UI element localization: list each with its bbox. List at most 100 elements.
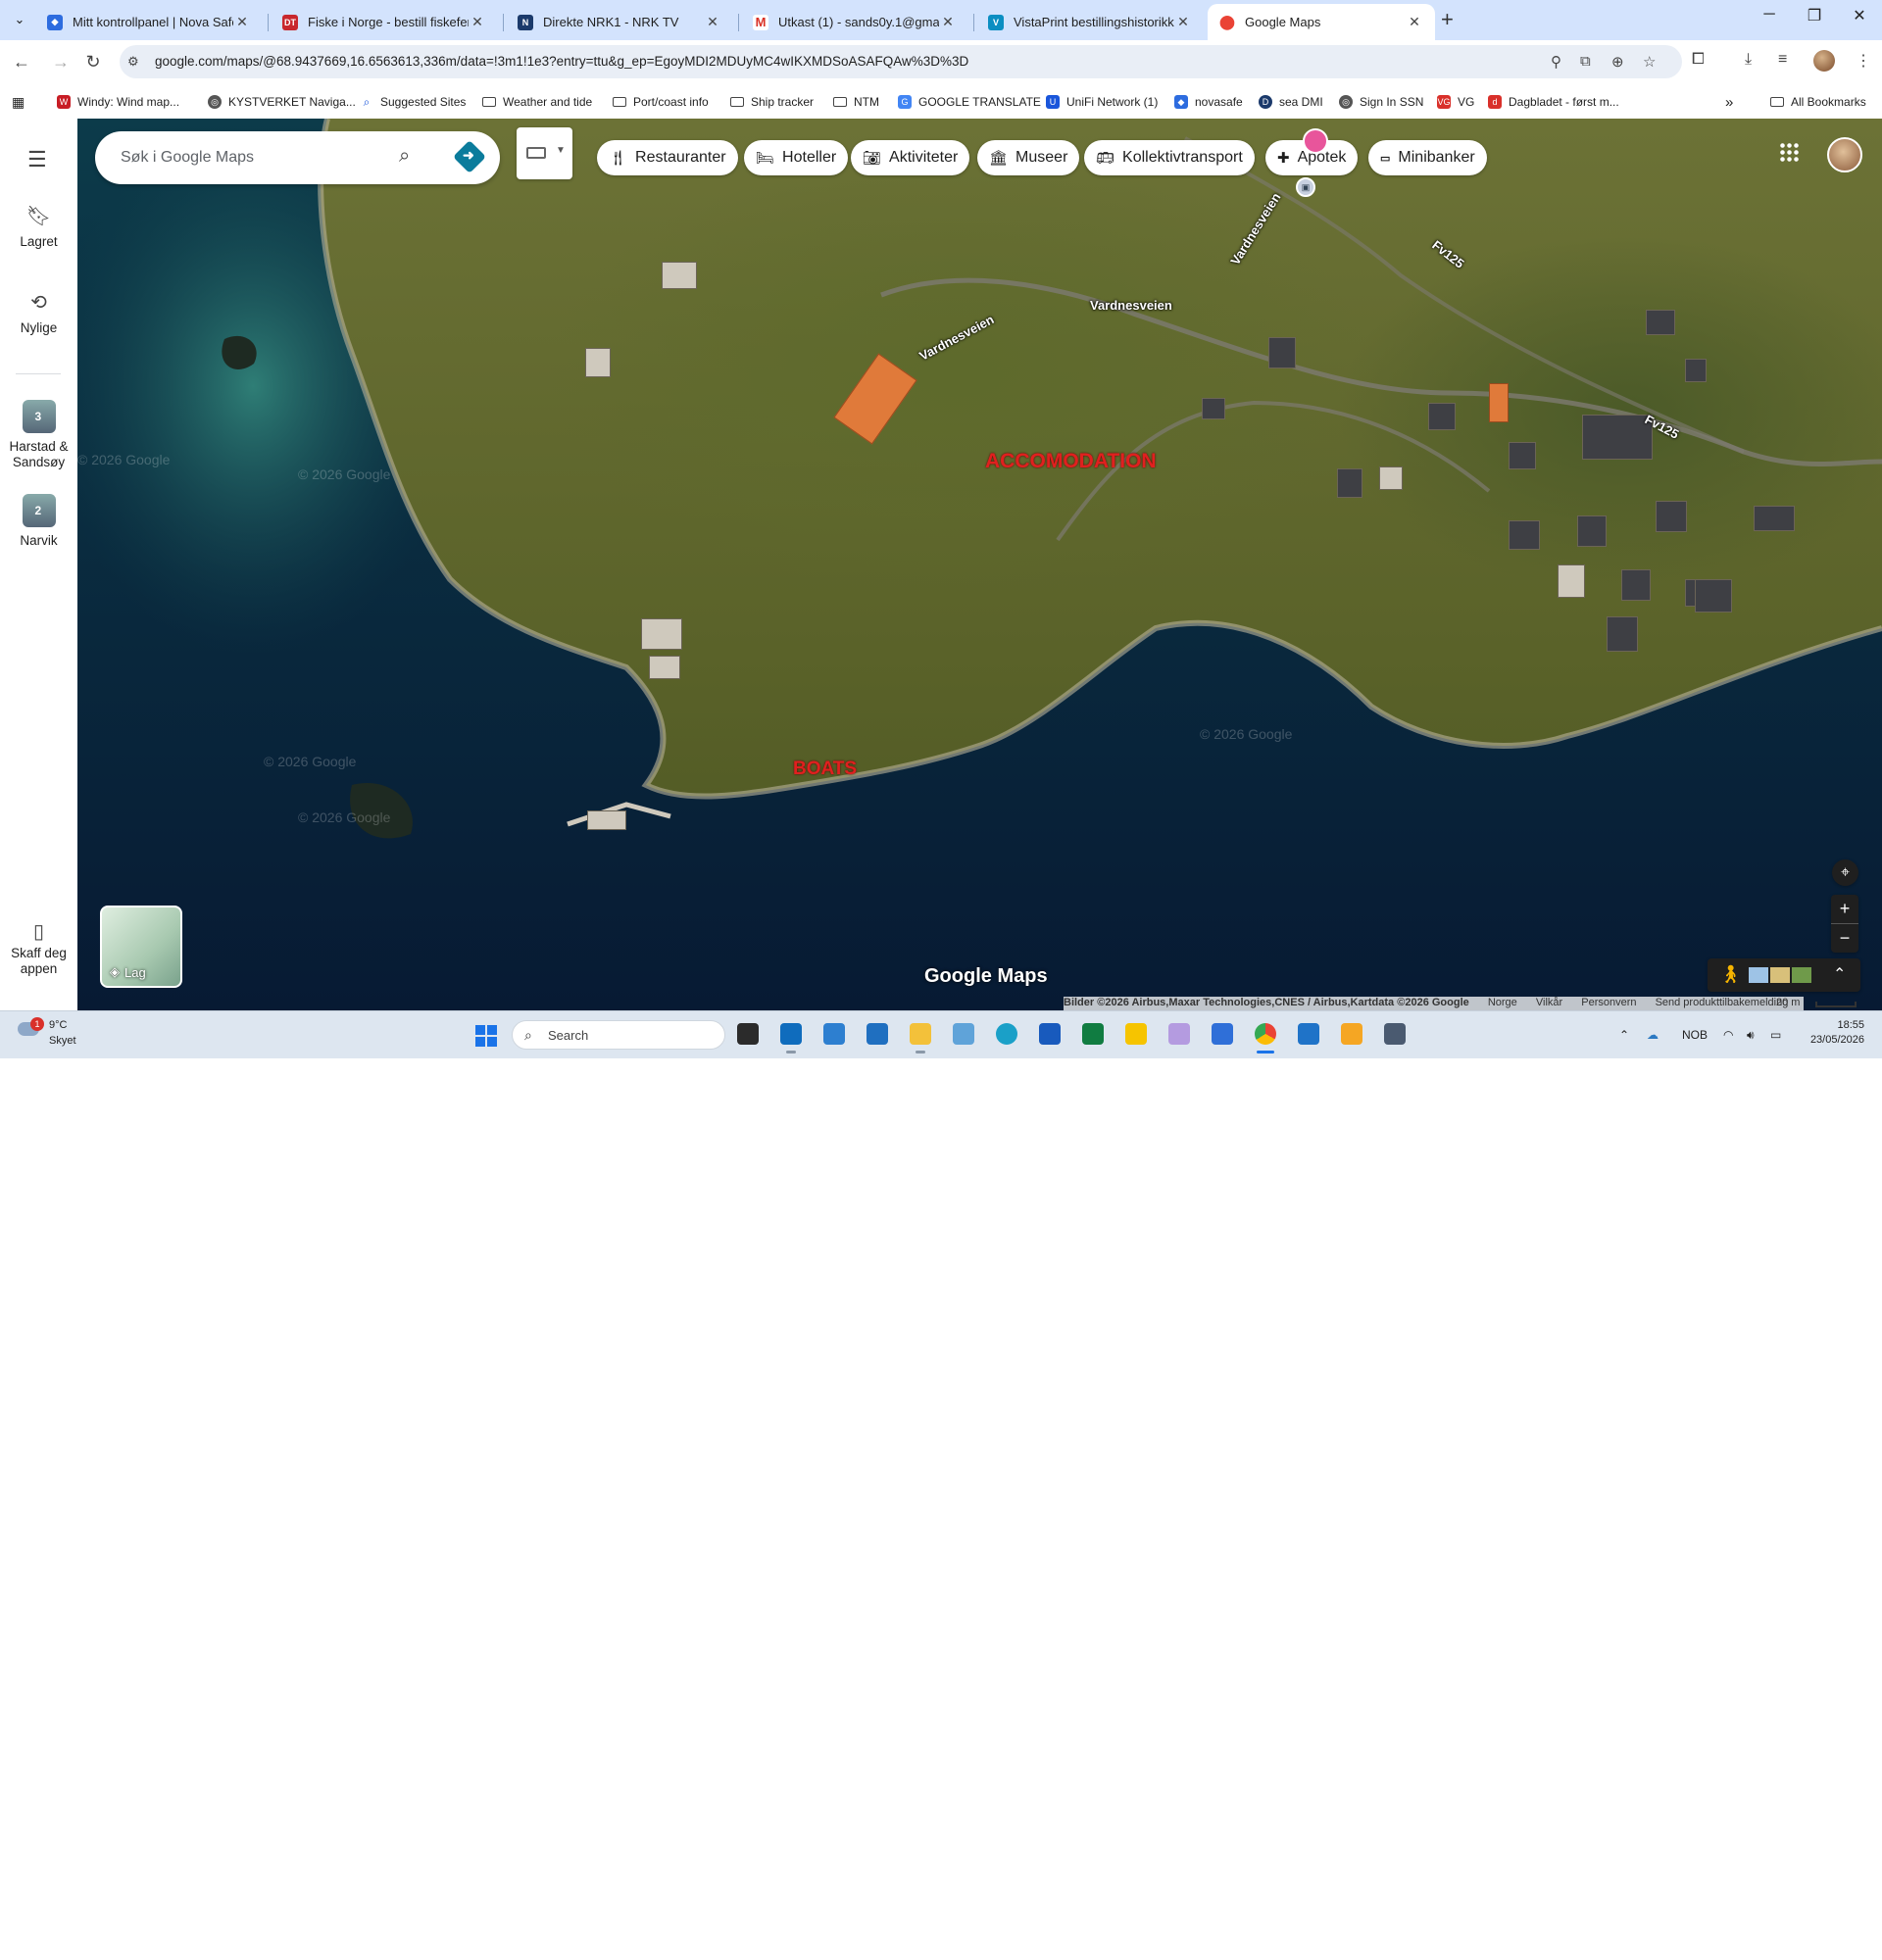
browser-tab[interactable]: ◆ Mitt kontrollpanel | Nova Safe ✕ [35, 4, 263, 40]
volume-icon[interactable]: 🔊︎ [1747, 1028, 1755, 1043]
satellite-view-thumb-icon[interactable] [1792, 967, 1811, 983]
list-harstad-sandsoy[interactable]: 3 Harstad & Sandsøy [0, 400, 77, 470]
bookmark-folder[interactable]: Weather and tide [482, 93, 592, 111]
site-info-icon[interactable]: ⚙ [127, 54, 139, 70]
app-icon[interactable] [867, 1023, 888, 1045]
close-window-button[interactable]: ✕ [1837, 6, 1882, 25]
file-explorer-icon[interactable] [910, 1023, 931, 1045]
bookmark-folder[interactable]: Port/coast info [613, 93, 709, 111]
get-app-button[interactable]: ▯ Skaff deg appen [0, 922, 77, 977]
word-icon[interactable] [1039, 1023, 1061, 1045]
bookmark-star-icon[interactable]: ☆ [1643, 53, 1656, 71]
weather-condition[interactable]: Skyet [49, 1035, 76, 1047]
chip-restaurants[interactable]: 🍴︎ Restauranter [597, 140, 738, 175]
calculator-icon[interactable] [1384, 1023, 1406, 1045]
profile-avatar[interactable] [1813, 50, 1835, 72]
bookmark-folder[interactable]: NTM [833, 93, 879, 111]
edge-icon[interactable] [996, 1023, 1017, 1045]
extensions-icon[interactable]: ⧠ [1692, 51, 1705, 69]
install-app-icon[interactable]: ⧉ [1580, 53, 1591, 70]
app-icon[interactable] [1212, 1023, 1233, 1045]
forward-button[interactable]: → [49, 50, 73, 74]
country-link[interactable]: Norge [1488, 997, 1517, 1008]
bookmark-item[interactable]: U UniFi Network (1) [1046, 93, 1158, 111]
bookmark-item[interactable]: G GOOGLE TRANSLATE [898, 93, 1041, 111]
search-icon[interactable]: ⌕ [399, 145, 410, 168]
list-narvik[interactable]: 2 Narvik [0, 494, 77, 548]
bookmark-item[interactable]: W Windy: Wind map... [57, 93, 179, 111]
privacy-link[interactable]: Personvern [1581, 997, 1636, 1008]
weather-temp[interactable]: 9°C [49, 1019, 67, 1031]
bookmark-item[interactable]: VG VG [1437, 93, 1474, 111]
browser-tab[interactable]: M Utkast (1) - sands0y.1@gmail.com ✕ [741, 4, 968, 40]
bookmark-item[interactable]: ◎ KYSTVERKET Naviga... [208, 93, 356, 111]
expand-up-icon[interactable]: ⌃ [1833, 964, 1846, 984]
caret-down-icon[interactable]: ▼ [556, 145, 566, 156]
outlook-icon[interactable] [780, 1023, 802, 1045]
close-tab-icon[interactable]: ✕ [939, 14, 957, 30]
windows-start-icon[interactable] [475, 1025, 497, 1047]
chip-atm[interactable]: ▭ Minibanker [1368, 140, 1487, 175]
minimize-button[interactable]: ─ [1747, 6, 1792, 24]
pegman-icon[interactable]: 🚶︎ [1719, 964, 1742, 985]
wifi-icon[interactable]: ◠ [1723, 1028, 1733, 1042]
zoom-icon[interactable]: ⊕ [1611, 53, 1624, 71]
account-avatar[interactable] [1827, 137, 1862, 172]
media-control-icon[interactable]: ≡ [1778, 51, 1787, 69]
more-bookmarks-icon[interactable]: » [1725, 93, 1733, 111]
download-icon[interactable]: ⤓ [1745, 51, 1752, 69]
chrome-menu-icon[interactable]: ⋮ [1856, 51, 1871, 71]
apps-grid-icon[interactable]: ▦ [12, 93, 25, 111]
tray-chevron-icon[interactable]: ⌃ [1619, 1028, 1629, 1042]
browser-tab[interactable]: DT Fiske i Norge - bestill fiskeferie ✕ [271, 4, 498, 40]
address-bar[interactable]: ⚙ google.com/maps/@68.9437669,16.6563613… [120, 45, 1682, 78]
taskbar-search[interactable]: ⌕ Search [512, 1020, 725, 1050]
photos-icon[interactable] [953, 1023, 974, 1045]
reload-button[interactable]: ↻ [81, 50, 105, 74]
input-tools-button[interactable]: ▼ [517, 127, 572, 179]
feedback-link[interactable]: Send produkttilbakemelding [1656, 997, 1789, 1008]
restore-button[interactable]: ❐ [1792, 6, 1837, 25]
back-button[interactable]: ← [10, 50, 33, 74]
app-icon[interactable] [1125, 1023, 1147, 1045]
close-tab-icon[interactable]: ✕ [469, 14, 486, 30]
scale-label[interactable]: 20 m [1776, 997, 1800, 1008]
place-pin-icon[interactable] [1303, 128, 1328, 154]
satellite-map-canvas[interactable]: © 2026 Google © 2026 Google © 2026 Googl… [77, 119, 1882, 1010]
google-apps-icon[interactable] [1779, 142, 1799, 162]
bookmark-item[interactable]: Dsea DMI [1259, 93, 1323, 111]
onedrive-icon[interactable]: ☁ [1647, 1028, 1659, 1042]
bookmark-item[interactable]: d Dagbladet - først m... [1488, 93, 1619, 111]
system-clock[interactable]: 18:55 23/05/2026 [1802, 1019, 1864, 1046]
new-tab-button[interactable]: + [1441, 8, 1454, 31]
layers-button[interactable]: ◈ Lag [100, 906, 182, 988]
bookmark-folder[interactable]: Ship tracker [730, 93, 814, 111]
app-icon[interactable] [1168, 1023, 1190, 1045]
app-icon[interactable] [823, 1023, 845, 1045]
close-tab-icon[interactable]: ✕ [1406, 14, 1423, 30]
my-location-icon[interactable]: ⌖ [1832, 859, 1858, 886]
browser-tab[interactable]: V VistaPrint bestillingshistorikk og ✕ [976, 4, 1204, 40]
task-view-icon[interactable] [737, 1023, 759, 1045]
battery-icon[interactable]: ▭ [1770, 1028, 1781, 1042]
terrain-view-thumb-icon[interactable] [1770, 967, 1790, 983]
chip-hotels[interactable]: 🛏︎ Hoteller [744, 140, 849, 175]
hamburger-menu-icon[interactable]: ☰ [27, 147, 47, 172]
app-icon[interactable] [1341, 1023, 1362, 1045]
zoom-out-button[interactable]: − [1831, 924, 1858, 953]
close-tab-icon[interactable]: ✕ [704, 14, 721, 30]
chip-transit[interactable]: 🚌︎ Kollektivtransport [1084, 140, 1255, 175]
recent-button[interactable]: ⟲ Nylige [0, 290, 77, 335]
chip-museums[interactable]: 🏛︎ Museer [977, 140, 1080, 175]
url-text[interactable]: google.com/maps/@68.9437669,16.6563613,3… [155, 54, 968, 69]
close-tab-icon[interactable]: ✕ [233, 14, 251, 30]
globe-view-thumb-icon[interactable] [1749, 967, 1768, 983]
zoom-in-button[interactable]: + [1831, 895, 1858, 923]
location-icon[interactable]: ⚲ [1551, 53, 1561, 71]
chrome-icon[interactable] [1255, 1023, 1276, 1045]
bus-stop-icon[interactable]: ▣ [1296, 177, 1315, 197]
close-tab-icon[interactable]: ✕ [1174, 14, 1192, 30]
chip-activities[interactable]: 📷︎ Aktiviteter [851, 140, 970, 175]
bookmark-item[interactable]: ◎ Sign In SSN [1339, 93, 1423, 111]
tab-search-chevron-icon[interactable]: ⌄ [8, 8, 31, 31]
